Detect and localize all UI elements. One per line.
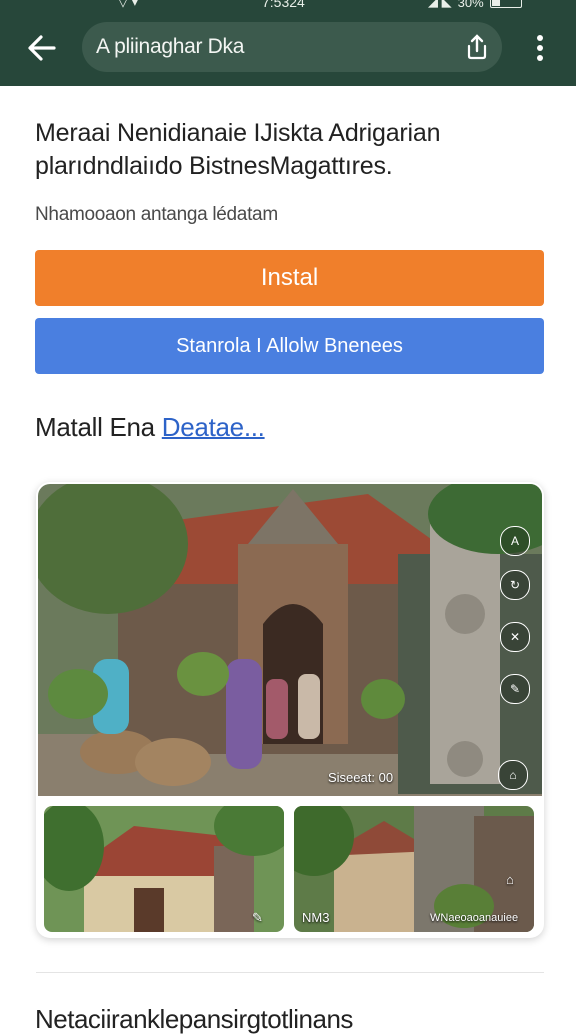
divider bbox=[36, 972, 544, 973]
temple-courtyard-image bbox=[38, 484, 542, 796]
details-link[interactable]: Deatae... bbox=[162, 412, 265, 442]
photo-gallery: Siseeat: 00 A ↻ ✕ ✎ ⌂ ✎ NM3 WNaeoaoanaui… bbox=[36, 482, 544, 938]
install-button[interactable]: Instal bbox=[35, 250, 544, 306]
share-icon[interactable] bbox=[464, 33, 490, 61]
thumb1-edit-icon[interactable]: ✎ bbox=[252, 910, 263, 926]
section-heading: Matall Ena Deatae... bbox=[35, 412, 265, 443]
thumbnail-photo-1[interactable]: ✎ bbox=[44, 806, 284, 932]
edit-icon[interactable]: ✎ bbox=[500, 674, 530, 704]
battery-icon bbox=[489, 0, 522, 8]
signal-icon: ▽ ▾ bbox=[118, 0, 139, 9]
section-title: Matall Ena bbox=[35, 412, 155, 442]
battery-percent: 30% bbox=[457, 0, 484, 10]
thumb2-caption: WNaeoaoanauiee bbox=[430, 912, 519, 924]
main-photo-caption: Siseeat: 00 bbox=[328, 770, 394, 785]
url-bar[interactable]: A pliinaghar Dka bbox=[82, 22, 502, 72]
article-headline: Meraai Nenidianaie IJiskta Adrigarian pl… bbox=[35, 119, 441, 180]
main-photo[interactable]: Siseeat: 00 A ↻ ✕ ✎ ⌂ bbox=[38, 484, 542, 796]
thumb2-tag-icon[interactable]: ⌂ bbox=[506, 872, 514, 887]
tag-icon[interactable]: ⌂ bbox=[498, 760, 528, 790]
top-badge-icon[interactable]: A bbox=[500, 526, 530, 556]
next-section-heading: Netaciiranklepansirgtotlinans bbox=[35, 1004, 353, 1034]
status-bar: ▽ ▾ 7:5324 ◢ ◣ 30% bbox=[0, 0, 576, 12]
article-subtitle: Nhamooaon antanga lédatam bbox=[35, 204, 278, 225]
rotate-icon[interactable]: ↻ bbox=[500, 570, 530, 600]
status-time: 7:5324 bbox=[262, 0, 305, 10]
arrow-back-icon[interactable] bbox=[24, 30, 60, 66]
house-image bbox=[44, 806, 284, 932]
status-right: ◢ ◣ 30% bbox=[428, 0, 522, 10]
hide-icon[interactable]: ✕ bbox=[500, 622, 530, 652]
more-vert-icon[interactable] bbox=[528, 32, 552, 64]
wifi-icon: ◢ ◣ bbox=[428, 0, 452, 9]
thumb2-tag: NM3 bbox=[302, 910, 330, 925]
app-toolbar: ▽ ▾ 7:5324 ◢ ◣ 30% A pliinaghar Dka bbox=[0, 0, 576, 86]
secondary-button[interactable]: Stanrola I Allolw Bnenees bbox=[35, 318, 544, 374]
thumbnail-photo-2[interactable]: NM3 WNaeoaoanauiee ⌂ bbox=[294, 806, 534, 932]
url-text: A pliinaghar Dka bbox=[96, 35, 245, 58]
